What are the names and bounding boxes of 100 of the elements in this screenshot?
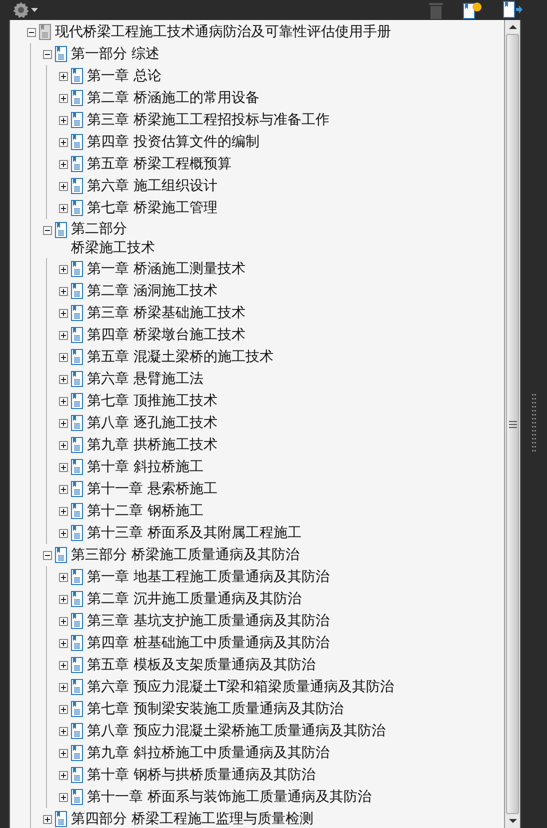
expand-toggle[interactable] [58,484,68,494]
bookmark-arrow-icon[interactable] [503,1,523,19]
bookmark-icon [71,635,83,651]
bookmark-label[interactable]: 第四章 投资估算文件的编制 [87,131,260,153]
expand-toggle[interactable] [58,308,68,318]
new-bookmark-icon[interactable] [463,1,483,19]
expand-toggle[interactable] [58,770,68,780]
bookmark-label[interactable]: 第十二章 钢桥施工 [87,500,204,522]
bookmark-icon [71,349,83,365]
bookmark-icon [71,371,83,387]
bookmark-label[interactable]: 第九章 斜拉桥施工中质量通病及其防治 [87,742,330,764]
bookmark-label[interactable]: 第二部分 [71,220,127,239]
bookmark-icon [71,68,83,84]
expand-toggle[interactable] [58,660,68,670]
bookmark-icon [71,305,83,321]
expand-toggle[interactable] [58,638,68,648]
expand-toggle[interactable] [58,160,68,168]
bookmark-icon [71,591,83,607]
bookmark-label[interactable]: 第十三章 桥面系及其附属工程施工 [87,522,302,544]
expand-toggle[interactable] [58,352,68,362]
bookmark-icon [39,24,51,40]
bookmark-icon [71,767,83,783]
grip-icon [508,420,516,428]
bookmark-label[interactable]: 第八章 预应力混凝土梁桥施工质量通病及其防治 [87,720,386,742]
expand-toggle[interactable] [58,704,68,714]
expand-toggle[interactable] [58,286,68,296]
bookmark-icon [71,156,83,172]
bookmark-label[interactable]: 第三章 桥梁施工工程招投标与准备工作 [87,109,330,131]
bookmark-label[interactable]: 第四部分 桥梁工程施工监理与质量检测 [71,808,314,828]
bookmark-icon [71,261,83,277]
expand-toggle[interactable] [58,116,68,124]
bookmark-label[interactable]: 第二章 桥涵施工的常用设备 [87,87,260,109]
expand-toggle[interactable] [58,94,68,102]
bookmark-icon [71,415,83,431]
bookmark-icon [71,437,83,453]
expand-toggle[interactable] [58,726,68,736]
expand-toggle[interactable] [58,440,68,450]
bookmark-label[interactable]: 第六章 施工组织设计 [87,175,218,197]
expand-toggle[interactable] [42,814,52,824]
expand-toggle[interactable] [58,462,68,472]
bookmark-icon [71,481,83,497]
bookmark-icon [71,701,83,717]
expand-toggle[interactable] [58,396,68,406]
bookmark-label[interactable]: 第四章 桥梁墩台施工技术 [87,324,246,346]
gear-icon [12,1,30,19]
collapse-toggle[interactable] [42,226,52,234]
bookmark-label[interactable]: 第十章 斜拉桥施工 [87,456,204,478]
expand-toggle[interactable] [58,330,68,340]
bookmark-label[interactable]: 第一章 总论 [87,65,162,87]
bookmark-label[interactable]: 第十一章 悬索桥施工 [87,478,218,500]
bookmark-label[interactable]: 第七章 顶推施工技术 [87,390,218,412]
expand-toggle[interactable] [58,616,68,626]
expand-toggle[interactable] [58,182,68,190]
expand-toggle[interactable] [58,506,68,516]
expand-toggle[interactable] [58,418,68,428]
bookmark-label[interactable]: 第五章 模板及支架质量通病及其防治 [87,654,316,676]
options-button[interactable] [12,1,38,19]
bookmark-label[interactable]: 第二章 沉井施工质量通病及其防治 [87,588,302,610]
bookmark-label[interactable]: 第三章 桥梁基础施工技术 [87,302,246,324]
bookmark-label[interactable]: 第三部分 桥梁施工质量通病及其防治 [71,544,300,566]
expand-toggle[interactable] [58,138,68,146]
bookmark-label[interactable]: 现代桥梁工程施工技术通病防治及可靠性评估使用手册 [55,21,391,43]
bookmark-label[interactable]: 第二章 涵洞施工技术 [87,280,218,302]
collapse-toggle[interactable] [42,550,52,560]
bookmark-icon [71,679,83,695]
bookmark-label[interactable]: 第五章 桥梁工程概预算 [87,153,232,175]
bookmark-label[interactable]: 第十章 钢桥与拱桥质量通病及其防治 [87,764,316,786]
expand-toggle[interactable] [58,204,68,212]
bookmark-label[interactable]: 第一章 桥涵施工测量技术 [87,258,246,280]
bookmark-icon [71,657,83,673]
bookmark-icon [55,547,67,563]
expand-toggle[interactable] [58,792,68,802]
expand-toggle[interactable] [58,594,68,604]
bookmark-label[interactable]: 第一章 地基工程施工质量通病及其防治 [87,566,330,588]
bookmark-icon [71,613,83,629]
bookmark-label[interactable]: 第六章 预应力混凝土T梁和箱梁质量通病及其防治 [87,676,394,698]
expand-toggle[interactable] [58,374,68,384]
bookmark-label[interactable]: 第三章 基坑支护施工质量通病及其防治 [87,610,330,632]
bookmark-label[interactable]: 第九章 拱桥施工技术 [87,434,218,456]
expand-toggle[interactable] [58,264,68,274]
bookmark-label[interactable]: 第四章 桩基础施工中质量通病及其防治 [87,632,330,654]
expand-toggle[interactable] [58,748,68,758]
bookmark-label[interactable]: 第七章 预制梁安装施工质量通病及其防治 [87,698,344,720]
bookmark-label[interactable]: 第六章 悬臂施工法 [87,368,204,390]
bookmark-label[interactable]: 第五章 混凝土梁桥的施工技术 [87,346,274,368]
scrollbar[interactable] [504,20,520,828]
bookmark-label[interactable]: 第七章 桥梁施工管理 [87,197,218,219]
collapse-toggle[interactable] [42,50,52,58]
expand-toggle[interactable] [58,572,68,582]
collapse-toggle[interactable] [26,28,36,36]
bookmark-label[interactable]: 第十一章 桥面系与装饰施工质量通病及其防治 [87,786,372,808]
expand-toggle[interactable] [58,682,68,692]
resize-grip-icon[interactable] [532,394,536,454]
bookmark-label[interactable]: 第八章 逐孔施工技术 [87,412,218,434]
expand-toggle[interactable] [58,528,68,538]
bookmark-icon [71,134,83,150]
scrollbar-thumb[interactable] [506,34,519,814]
bookmark-label[interactable]: 桥梁施工技术 [71,239,155,258]
bookmark-label[interactable]: 第一部分 综述 [71,43,160,65]
expand-toggle[interactable] [58,72,68,80]
